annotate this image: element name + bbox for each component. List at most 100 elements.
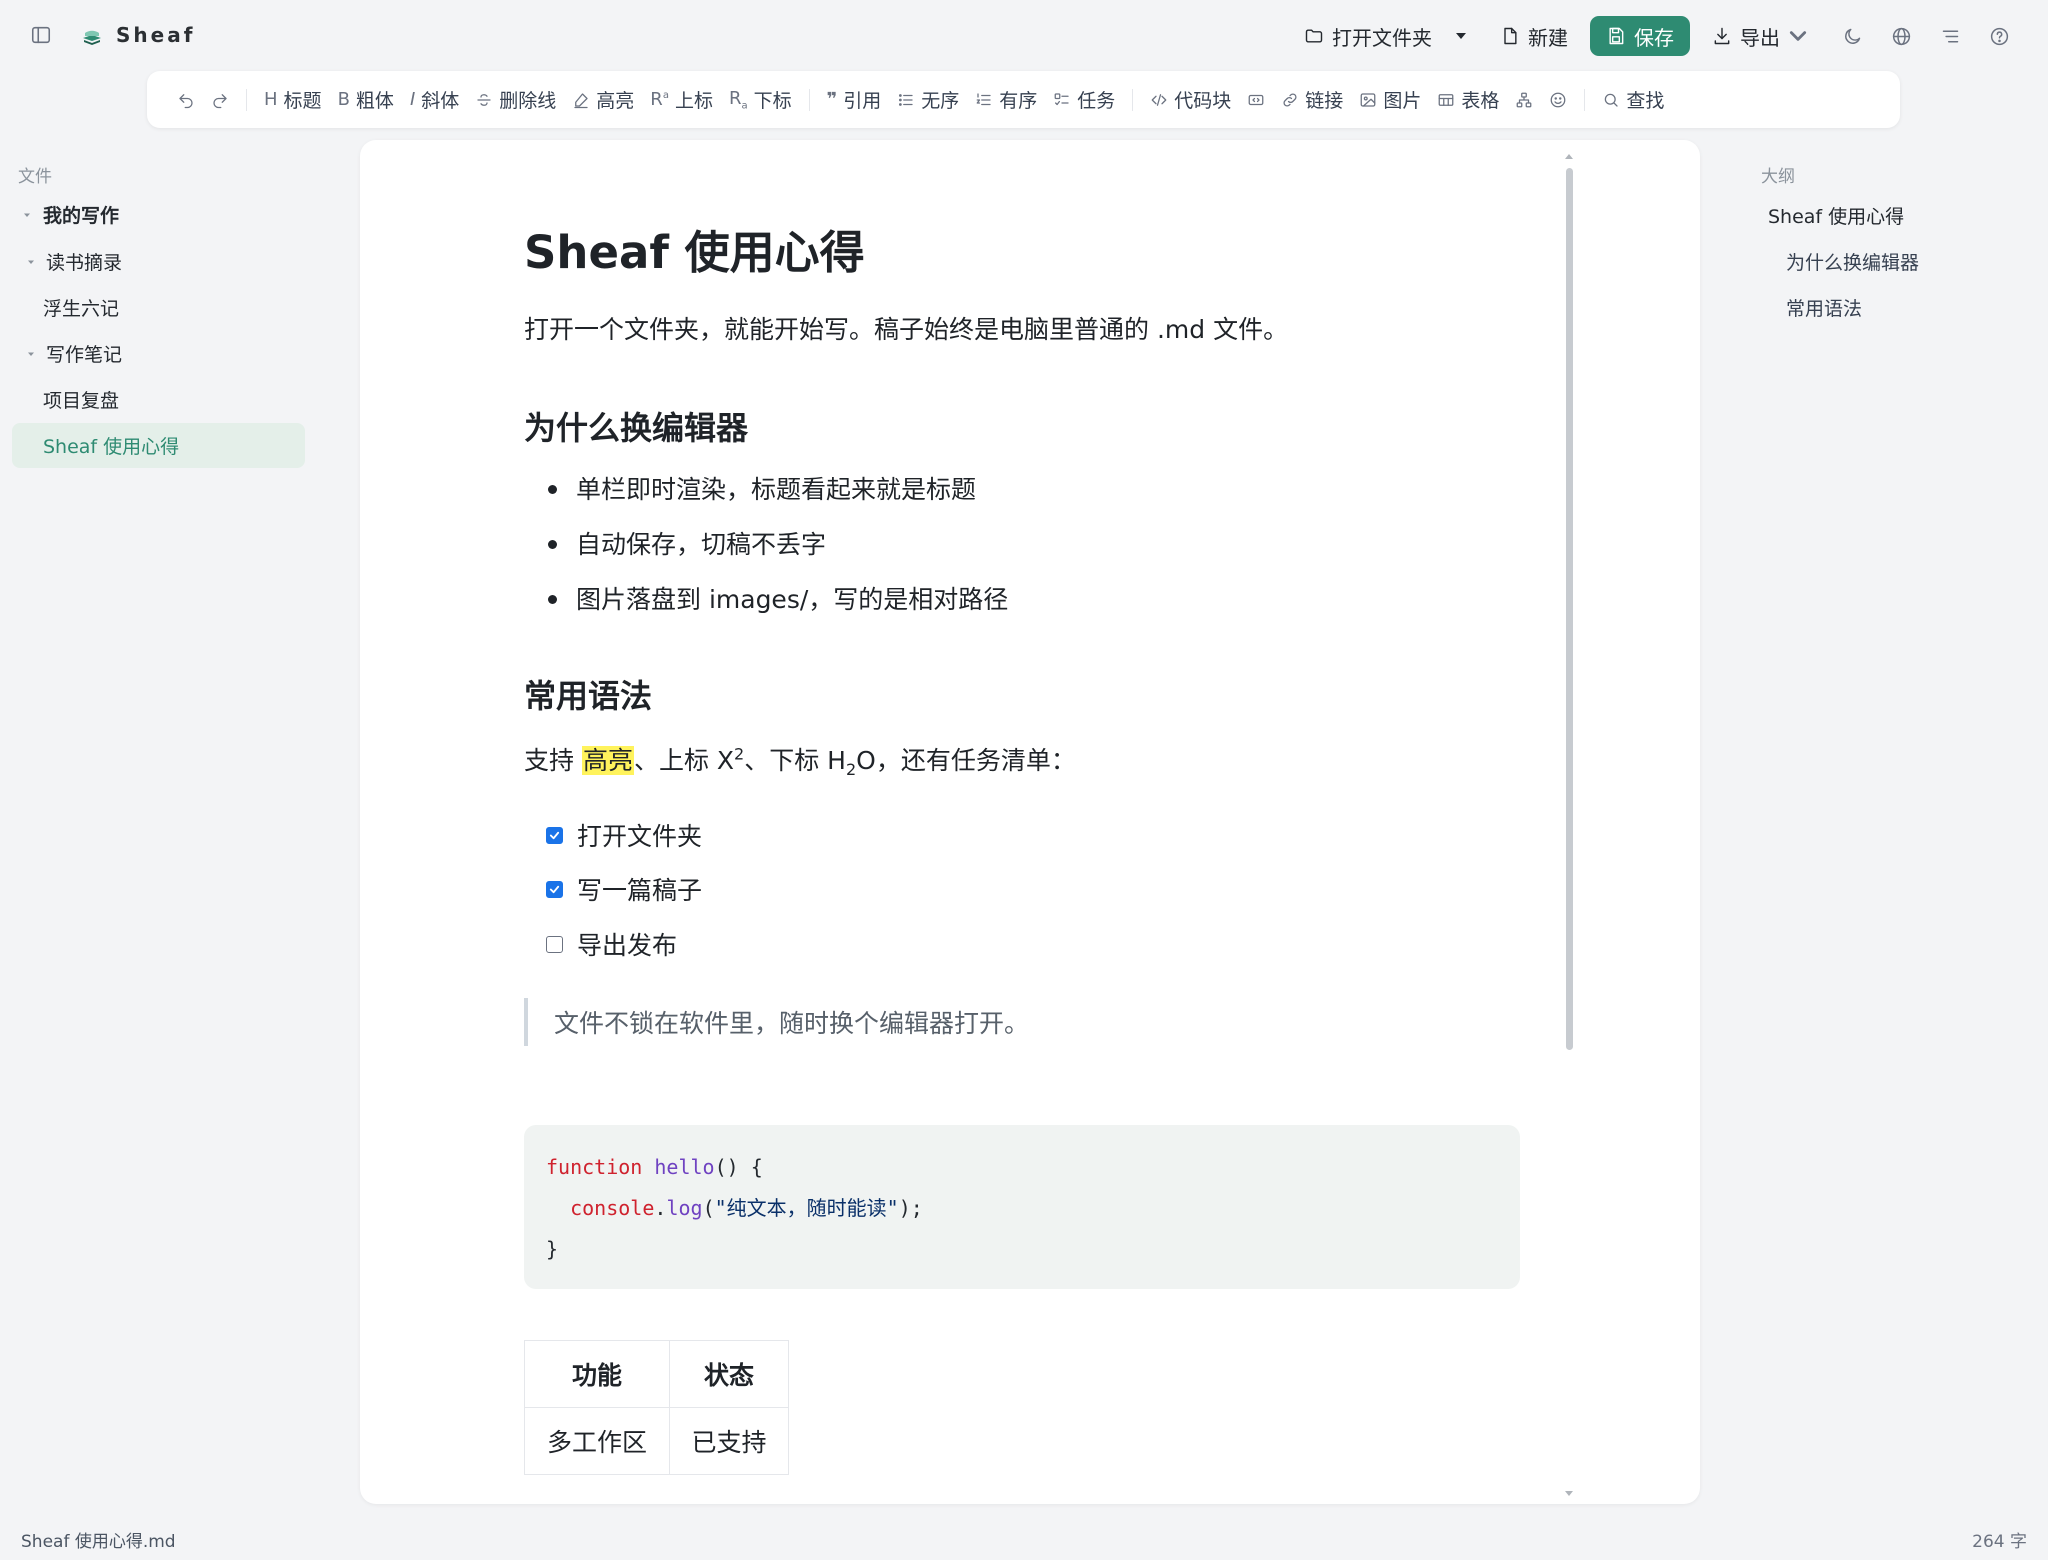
task-list-label: 任务 [1077,90,1116,112]
heading-button[interactable]: H 标题 [256,80,330,120]
new-file-button[interactable]: 新建 [1488,15,1580,57]
list-item: 自动保存，切稿不丢字 [576,530,827,559]
theme-toggle-button[interactable] [1828,15,1877,57]
syntax-text: O，还有任务清单： [856,746,1076,775]
strikethrough-button[interactable]: 删除线 [467,80,564,120]
highlight-button[interactable]: 高亮 [564,80,642,120]
export-button[interactable]: 导出 [1700,15,1828,57]
image-icon [1360,92,1376,107]
outline-toggle-button[interactable] [1926,15,1975,57]
sidebar-file-sheaf-notes[interactable]: Sheaf 使用心得 [12,423,305,468]
ordered-list-button[interactable]: 有序 [967,80,1045,120]
download-icon [1714,27,1730,45]
image-label: 图片 [1383,90,1422,112]
open-folder-button[interactable]: 打开文件夹 [1292,15,1444,57]
diagram-button[interactable] [1507,80,1541,120]
editor-pane[interactable]: Sheaf 使用心得 打开一个文件夹，就能开始写。稿子始终是电脑里普通的 .md… [360,140,1700,1504]
numbered-list-icon [976,92,991,105]
italic-icon: I [409,89,416,110]
code-object: console [570,1196,655,1220]
task-label: 导出发布 [577,931,678,960]
outline-item-title[interactable]: Sheaf 使用心得 [1768,202,1904,229]
highlight-label: 高亮 [596,90,635,112]
superscript-button[interactable]: Ra 上标 [642,80,721,120]
toolbar-divider [808,88,810,111]
sidebar-folder-writing-notes[interactable]: 写作笔记 [12,331,305,376]
strikethrough-label: 删除线 [499,90,557,112]
image-button[interactable]: 图片 [1351,80,1429,120]
list-item: 单栏即时渲染，标题看起来就是标题 [576,475,977,504]
toolbar-divider [246,88,247,111]
undo-button[interactable] [169,80,203,120]
outline-item-why[interactable]: 为什么换编辑器 [1786,248,1919,275]
heading-label: 标题 [283,90,322,112]
save-label: 保存 [1634,25,1674,50]
task-checkbox-checked[interactable] [546,826,563,844]
sidebar-toggle-icon [31,26,51,44]
syntax-paragraph: 支持 高亮、上标 X2、下标 H2O，还有任务清单： [524,741,1076,779]
code-text: ( [702,1196,715,1220]
superscript-label: 上标 [674,90,713,112]
inline-code-button[interactable] [1239,80,1273,120]
find-button[interactable]: 查找 [1594,80,1672,120]
sidebar-file-project-review[interactable]: 项目复盘 [12,377,305,422]
sidebar-folder-reading-notes[interactable]: 读书摘录 [12,239,305,284]
find-label: 查找 [1626,90,1665,112]
scrollbar-thumb[interactable] [1566,168,1573,1050]
task-list-button[interactable]: 任务 [1045,80,1123,120]
link-button[interactable]: 链接 [1273,80,1351,120]
sidebar-file-fusheng[interactable]: 浮生六记 [12,285,305,330]
save-icon [1609,27,1624,45]
caret-down-icon [1456,33,1466,39]
blockquote: 文件不锁在软件里，随时换个编辑器打开。 [524,998,1029,1046]
help-button[interactable] [1975,15,2024,57]
sidebar-folder-my-writing[interactable]: 我的写作 [12,192,305,237]
scroll-up-icon[interactable] [1564,152,1574,162]
sidebar-item-label: 读书摘录 [46,252,123,274]
sidebar-item-label: 项目复盘 [43,390,120,412]
editor-scrollbar[interactable] [1563,152,1575,1500]
help-icon [1990,27,2009,45]
caret-down-icon [28,352,34,356]
link-label: 链接 [1305,90,1344,112]
bold-icon: B [337,89,350,110]
task-checkbox-checked[interactable] [546,880,563,898]
quote-button[interactable]: ❞ 引用 [819,80,890,120]
outline-item-syntax[interactable]: 常用语法 [1786,294,1862,321]
open-folder-label: 打开文件夹 [1332,25,1432,50]
code-text: . [654,1196,667,1220]
language-button[interactable] [1877,15,1926,57]
redo-button[interactable] [203,80,237,120]
check-icon [549,831,560,839]
task-label: 打开文件夹 [577,822,703,851]
table-row: 多工作区 已支持 [524,1407,789,1475]
code-block[interactable]: function hello() { console.log("纯文本，随时能读… [524,1125,1520,1289]
quote-icon: ❞ [826,89,838,110]
inline-code-icon [1248,94,1264,105]
save-button[interactable]: 保存 [1590,16,1690,56]
open-folder-dropdown-button[interactable] [1444,15,1478,57]
sidebar-toggle-button[interactable] [28,22,54,48]
blockquote-text: 文件不锁在软件里，随时换个编辑器打开。 [554,1009,1030,1038]
task-item: 打开文件夹 [546,817,702,853]
outline-list-icon [1942,30,1959,42]
subscript-button[interactable]: Ra 下标 [721,80,800,120]
code-block-button[interactable]: 代码块 [1142,80,1239,120]
unordered-list-button[interactable]: 无序 [889,80,967,120]
sidebar-heading: 文件 [18,167,52,187]
check-icon [549,885,560,893]
table-icon [1438,93,1454,106]
table-header-cell: 状态 [669,1340,789,1408]
scroll-down-icon[interactable] [1564,1488,1574,1498]
sidebar-item-label: Sheaf 使用心得 [43,436,180,458]
code-block-label: 代码块 [1174,90,1232,112]
toolbar-divider [1584,88,1586,111]
code-text: } [546,1237,559,1261]
subscript-icon: Ra [728,87,748,112]
emoji-button[interactable] [1541,80,1575,120]
table-button[interactable]: 表格 [1429,80,1507,120]
italic-button[interactable]: I 斜体 [402,80,467,120]
top-bar-actions: 打开文件夹 新建 保存 导出 [1292,15,2024,57]
task-checkbox-unchecked[interactable] [546,935,563,953]
bold-button[interactable]: B 粗体 [330,80,402,120]
